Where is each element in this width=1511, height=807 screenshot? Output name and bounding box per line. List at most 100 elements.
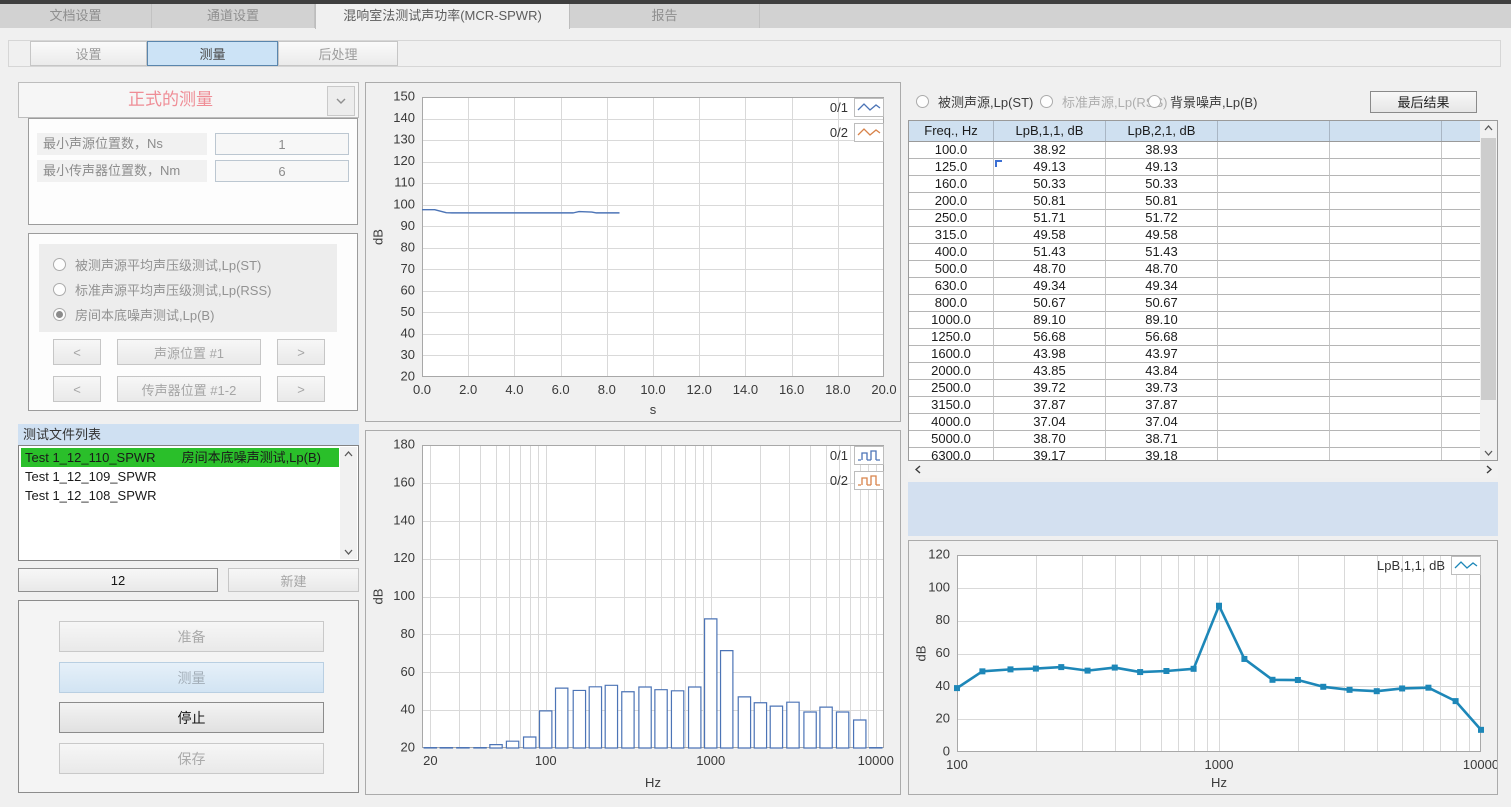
freq-table-row[interactable]: 3150.037.8737.87 bbox=[909, 397, 1480, 414]
table-cell[interactable]: 51.72 bbox=[1106, 210, 1218, 227]
file-list-item[interactable]: Test 1_12_108_SPWR bbox=[21, 486, 339, 505]
table-cell[interactable]: 500.0 bbox=[909, 261, 994, 278]
table-cell[interactable] bbox=[1442, 397, 1480, 414]
table-cell[interactable] bbox=[1442, 244, 1480, 261]
table-cell[interactable] bbox=[1218, 363, 1330, 380]
table-vertical-scrollbar[interactable] bbox=[1480, 121, 1497, 460]
radio-lp-rss[interactable]: 标准声源平均声压级测试,Lp(RSS) bbox=[53, 281, 271, 297]
table-cell[interactable] bbox=[1218, 380, 1330, 397]
table-cell[interactable]: 89.10 bbox=[1106, 312, 1218, 329]
freq-table-row[interactable]: 4000.037.0437.04 bbox=[909, 414, 1480, 431]
table-cell[interactable]: 48.70 bbox=[1106, 261, 1218, 278]
legend-entry[interactable]: 0/1 bbox=[830, 445, 884, 465]
scrollbar-thumb[interactable] bbox=[1481, 138, 1496, 400]
tab-document-settings[interactable]: 文档设置 bbox=[0, 4, 152, 28]
mic-position-prev-button[interactable]: < bbox=[53, 376, 101, 402]
save-button[interactable]: 保存 bbox=[59, 743, 324, 774]
table-cell[interactable]: 2000.0 bbox=[909, 363, 994, 380]
table-cell[interactable] bbox=[1218, 227, 1330, 244]
table-cell[interactable]: 51.43 bbox=[994, 244, 1106, 261]
table-cell[interactable]: 38.70 bbox=[994, 431, 1106, 448]
freq-table-row[interactable]: 250.051.7151.72 bbox=[909, 210, 1480, 227]
table-cell[interactable]: 630.0 bbox=[909, 278, 994, 295]
legend-entry[interactable]: 0/1 bbox=[830, 97, 884, 117]
table-cell[interactable]: 315.0 bbox=[909, 227, 994, 244]
tab-channel-settings[interactable]: 通道设置 bbox=[152, 4, 315, 28]
filter-lp-st[interactable]: 被测声源,Lp(ST) bbox=[916, 93, 1033, 109]
table-cell[interactable]: 50.81 bbox=[994, 193, 1106, 210]
table-cell[interactable] bbox=[1442, 261, 1480, 278]
table-cell[interactable] bbox=[1442, 346, 1480, 363]
scroll-down-icon[interactable] bbox=[343, 548, 354, 556]
table-cell[interactable]: 5000.0 bbox=[909, 431, 994, 448]
table-cell[interactable]: 50.33 bbox=[1106, 176, 1218, 193]
table-cell[interactable] bbox=[1442, 193, 1480, 210]
table-cell[interactable]: 51.43 bbox=[1106, 244, 1218, 261]
prepare-button[interactable]: 准备 bbox=[59, 621, 324, 652]
freq-table-row[interactable]: 2000.043.8543.84 bbox=[909, 363, 1480, 380]
table-cell[interactable]: 49.13 bbox=[994, 159, 1106, 176]
table-cell[interactable]: 38.92 bbox=[994, 142, 1106, 159]
tab-mcr-spwr[interactable]: 混响室法测试声功率(MCR-SPWR) bbox=[315, 4, 570, 29]
freq-table-row[interactable]: 500.048.7048.70 bbox=[909, 261, 1480, 278]
table-cell[interactable] bbox=[1330, 329, 1442, 346]
stop-button[interactable]: 停止 bbox=[59, 702, 324, 733]
table-cell[interactable]: 39.72 bbox=[994, 380, 1106, 397]
scroll-up-icon[interactable] bbox=[343, 450, 354, 458]
table-cell[interactable] bbox=[1218, 278, 1330, 295]
table-cell[interactable] bbox=[1218, 431, 1330, 448]
table-cell[interactable] bbox=[1218, 448, 1330, 460]
table-cell[interactable] bbox=[1442, 176, 1480, 193]
table-cell[interactable]: 125.0 bbox=[909, 159, 994, 176]
table-cell[interactable] bbox=[1330, 312, 1442, 329]
table-cell[interactable]: 38.71 bbox=[1106, 431, 1218, 448]
table-cell[interactable]: 3150.0 bbox=[909, 397, 994, 414]
table-cell[interactable]: 39.17 bbox=[994, 448, 1106, 460]
table-cell[interactable] bbox=[1442, 210, 1480, 227]
table-cell[interactable]: 49.13 bbox=[1106, 159, 1218, 176]
subtab-settings[interactable]: 设置 bbox=[30, 41, 147, 66]
table-cell[interactable] bbox=[1330, 414, 1442, 431]
freq-table-row[interactable]: 630.049.3449.34 bbox=[909, 278, 1480, 295]
table-cell[interactable] bbox=[1442, 363, 1480, 380]
freq-table-row[interactable]: 1000.089.1089.10 bbox=[909, 312, 1480, 329]
tab-report[interactable]: 报告 bbox=[570, 4, 760, 28]
table-cell[interactable]: 37.87 bbox=[1106, 397, 1218, 414]
table-cell[interactable]: 1250.0 bbox=[909, 329, 994, 346]
table-cell[interactable] bbox=[1218, 329, 1330, 346]
table-cell[interactable]: 38.93 bbox=[1106, 142, 1218, 159]
table-cell[interactable] bbox=[1330, 448, 1442, 460]
table-cell[interactable]: 51.71 bbox=[994, 210, 1106, 227]
table-cell[interactable] bbox=[1330, 431, 1442, 448]
freq-table-row[interactable]: 200.050.8150.81 bbox=[909, 193, 1480, 210]
table-cell[interactable] bbox=[1218, 414, 1330, 431]
table-cell[interactable]: 48.70 bbox=[994, 261, 1106, 278]
radio-lp-b[interactable]: 房间本底噪声测试,Lp(B) bbox=[53, 306, 214, 322]
table-cell[interactable] bbox=[1218, 261, 1330, 278]
table-cell[interactable]: 49.34 bbox=[994, 278, 1106, 295]
table-cell[interactable] bbox=[1330, 176, 1442, 193]
table-cell[interactable] bbox=[1442, 380, 1480, 397]
table-cell[interactable] bbox=[1218, 397, 1330, 414]
measure-button[interactable]: 测量 bbox=[59, 662, 324, 693]
freq-table-row[interactable]: 6300.039.1739.18 bbox=[909, 448, 1480, 460]
table-cell[interactable]: 49.58 bbox=[1106, 227, 1218, 244]
table-cell[interactable]: 39.73 bbox=[1106, 380, 1218, 397]
table-cell[interactable] bbox=[1330, 227, 1442, 244]
file-list-item[interactable]: Test 1_12_110_SPWR房间本底噪声测试,Lp(B) bbox=[21, 448, 339, 467]
table-cell[interactable] bbox=[1330, 142, 1442, 159]
table-cell[interactable]: 37.87 bbox=[994, 397, 1106, 414]
freq-table-row[interactable]: 1250.056.6856.68 bbox=[909, 329, 1480, 346]
table-cell[interactable]: 160.0 bbox=[909, 176, 994, 193]
table-cell[interactable]: 37.04 bbox=[994, 414, 1106, 431]
table-cell[interactable] bbox=[1442, 312, 1480, 329]
source-position-prev-button[interactable]: < bbox=[53, 339, 101, 365]
table-cell[interactable]: 2500.0 bbox=[909, 380, 994, 397]
table-cell[interactable] bbox=[1442, 227, 1480, 244]
legend-entry[interactable]: 0/2 bbox=[830, 122, 884, 142]
file-list-item[interactable]: Test 1_12_109_SPWR bbox=[21, 467, 339, 486]
table-cell[interactable] bbox=[1218, 176, 1330, 193]
file-list-scrollbar[interactable] bbox=[340, 447, 357, 559]
table-cell[interactable] bbox=[1330, 193, 1442, 210]
table-cell[interactable] bbox=[1218, 244, 1330, 261]
